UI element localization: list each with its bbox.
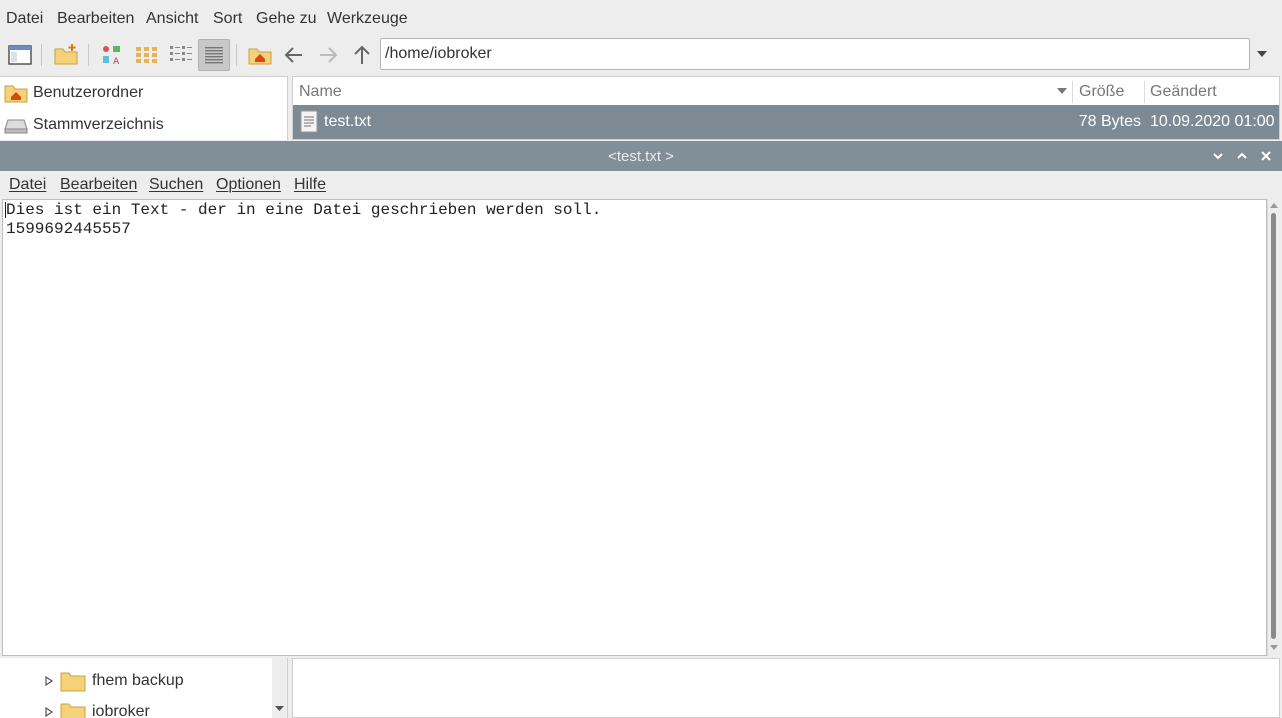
column-separator[interactable]	[1144, 81, 1145, 103]
parent-folder-button[interactable]	[346, 39, 378, 71]
thumbnail-view-icon	[136, 47, 157, 63]
close-button[interactable]	[1257, 147, 1275, 165]
tree-item-label: fhem backup	[92, 672, 184, 689]
file-list-empty-area[interactable]	[292, 658, 1280, 718]
editor-menu-datei[interactable]: Datei	[9, 176, 46, 194]
directory-tree: fhem backup iobroker	[0, 658, 288, 718]
file-name: test.txt	[324, 113, 372, 130]
new-folder-button[interactable]	[50, 39, 82, 71]
menu-ansicht[interactable]: Ansicht	[146, 10, 198, 28]
detailed-list-icon	[205, 47, 223, 64]
file-list-header: Name Größe Geändert	[293, 77, 1279, 106]
new-window-icon	[8, 45, 32, 65]
icon-view-button[interactable]: A	[96, 39, 128, 71]
drive-icon	[4, 119, 28, 134]
file-list: Name Größe Geändert test.txt 78 Bytes 10…	[292, 76, 1280, 140]
forward-button[interactable]	[312, 39, 344, 71]
back-button[interactable]	[278, 39, 310, 71]
menu-datei[interactable]: Datei	[6, 10, 43, 28]
editor-titlebar[interactable]: <test.txt >	[0, 141, 1282, 171]
place-label: Stammverzeichnis	[33, 116, 164, 133]
maximize-button[interactable]	[1233, 147, 1251, 165]
detailed-list-view-button[interactable]	[198, 39, 230, 71]
column-header-modified[interactable]: Geändert	[1150, 83, 1217, 101]
folder-icon	[60, 672, 86, 692]
home-folder-icon	[4, 85, 28, 103]
menu-werkzeuge[interactable]: Werkzeuge	[327, 10, 408, 28]
close-icon	[1261, 151, 1271, 161]
column-separator[interactable]	[1072, 81, 1073, 103]
scroll-down-icon	[1270, 645, 1278, 650]
tree-item-label: iobroker	[92, 703, 150, 718]
minimize-button[interactable]	[1209, 147, 1227, 165]
scroll-down-icon	[275, 706, 284, 711]
arrow-up-icon	[354, 45, 370, 64]
toolbar-separator	[236, 44, 237, 66]
editor-menu-bearbeiten[interactable]: Bearbeiten	[60, 176, 137, 194]
place-home[interactable]: Benutzerordner	[4, 79, 143, 107]
editor-menubar: Datei Bearbeiten Suchen Optionen Hilfe	[0, 171, 1282, 199]
menu-sort[interactable]: Sort	[213, 10, 242, 28]
file-manager-menubar: Datei Bearbeiten Ansicht Sort Gehe zu We…	[0, 0, 1282, 38]
menu-gehe-zu[interactable]: Gehe zu	[256, 10, 316, 28]
compact-view-button[interactable]	[164, 39, 196, 71]
text-line: 1599692445557	[6, 220, 131, 238]
text-file-icon	[300, 110, 318, 133]
text-caret	[5, 202, 6, 218]
compact-view-icon	[170, 46, 192, 61]
new-folder-icon	[54, 44, 78, 65]
editor-menu-suchen[interactable]: Suchen	[149, 176, 203, 194]
scrollbar-thumb[interactable]	[1271, 213, 1276, 639]
tree-scrollbar[interactable]	[272, 658, 287, 718]
chevron-down-icon	[1213, 153, 1223, 160]
svg-text:A: A	[113, 57, 120, 67]
address-history-dropdown[interactable]	[1252, 46, 1272, 62]
place-root[interactable]: Stammverzeichnis	[4, 111, 164, 139]
chevron-up-icon	[1237, 152, 1247, 159]
toolbar-separator	[41, 44, 42, 66]
folder-icon	[60, 703, 86, 718]
file-modified: 10.09.2020 01:00	[1150, 113, 1275, 130]
tree-item[interactable]: fhem backup	[44, 667, 184, 695]
editor-menu-optionen[interactable]: Optionen	[216, 176, 281, 194]
scroll-up-icon	[1270, 203, 1278, 208]
text-line: Dies ist ein Text - der in eine Datei ge…	[6, 201, 602, 219]
toolbar-separator	[88, 44, 89, 66]
place-label: Benutzerordner	[33, 84, 144, 101]
icon-view-icon: A	[103, 46, 120, 67]
arrow-left-icon	[284, 47, 302, 63]
new-window-button[interactable]	[4, 39, 36, 71]
menu-bearbeiten[interactable]: Bearbeiten	[57, 10, 134, 28]
expander-icon[interactable]	[44, 707, 54, 717]
column-header-name[interactable]: Name	[299, 83, 342, 101]
editor-scrollbar[interactable]	[1267, 199, 1280, 656]
expander-icon[interactable]	[44, 676, 54, 686]
file-row[interactable]: test.txt 78 Bytes 10.09.2020 01:00	[293, 105, 1279, 139]
address-bar[interactable]: /home/iobroker	[380, 38, 1250, 70]
arrow-right-icon	[320, 47, 338, 63]
tree-item[interactable]: iobroker	[44, 698, 150, 718]
sort-indicator-icon	[1057, 88, 1067, 94]
home-button[interactable]	[244, 39, 276, 71]
triangle-down-icon	[1257, 51, 1267, 57]
window-title: <test.txt >	[608, 148, 674, 165]
editor-text-area[interactable]: Dies ist ein Text - der in eine Datei ge…	[2, 199, 1267, 656]
home-folder-icon	[248, 48, 272, 65]
thumbnail-view-button[interactable]	[130, 39, 162, 71]
editor-menu-hilfe[interactable]: Hilfe	[294, 176, 326, 194]
places-pane: Benutzerordner Stammverzeichnis	[0, 76, 288, 140]
column-header-size[interactable]: Größe	[1079, 83, 1124, 101]
file-size: 78 Bytes	[1078, 113, 1141, 130]
